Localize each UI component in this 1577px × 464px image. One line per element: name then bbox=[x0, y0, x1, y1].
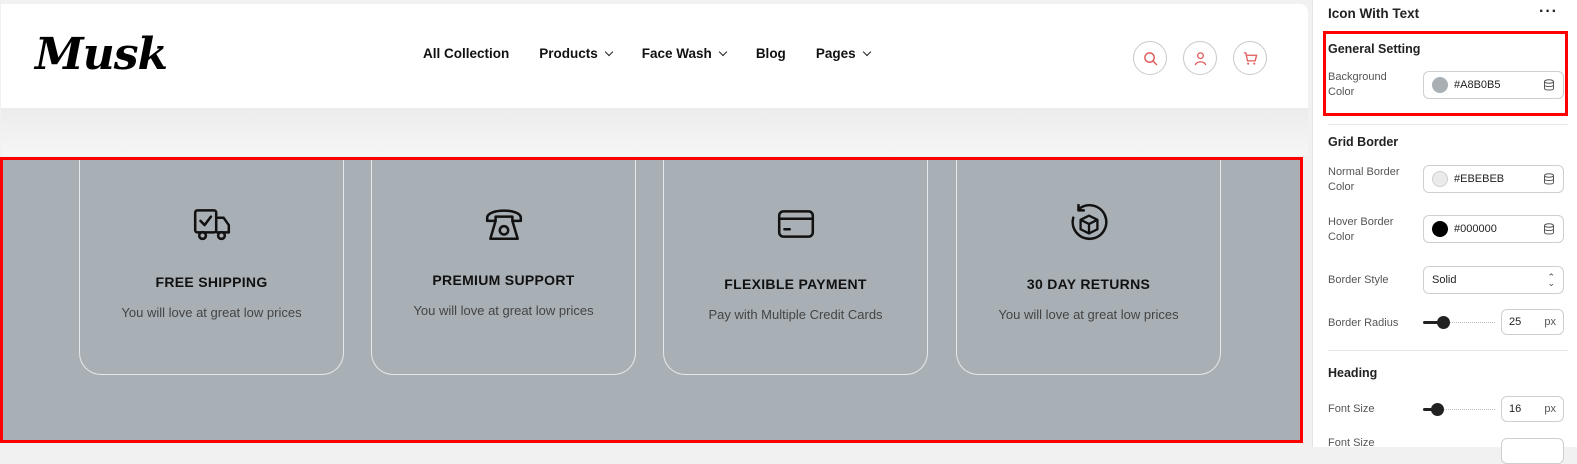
feature-subtitle: You will love at great low prices bbox=[998, 307, 1179, 322]
font-size-input[interactable]: 16 px bbox=[1501, 396, 1564, 422]
updown-arrows-icon: ⌃ ⌄ bbox=[1547, 272, 1555, 288]
nav-item-all-collection[interactable]: All Collection bbox=[423, 46, 509, 61]
hover-border-color-label: Hover Border Color bbox=[1328, 216, 1394, 243]
font-size-label: Font Size bbox=[1328, 403, 1375, 415]
color-value: #A8B0B5 bbox=[1454, 79, 1501, 91]
settings-panel: Icon With Text ··· General Setting Backg… bbox=[1312, 0, 1577, 464]
chevron-down-icon bbox=[718, 47, 728, 56]
unit-label: px bbox=[1544, 403, 1556, 415]
color-value: #000000 bbox=[1454, 223, 1497, 235]
telephone-icon bbox=[485, 209, 522, 240]
color-swatch bbox=[1432, 221, 1448, 237]
section-general-setting: General Setting bbox=[1328, 42, 1421, 56]
database-icon[interactable] bbox=[1543, 79, 1555, 91]
cart-button[interactable] bbox=[1233, 41, 1267, 75]
chevron-down-icon bbox=[604, 47, 614, 56]
database-icon[interactable] bbox=[1543, 173, 1555, 185]
panel-title: Icon With Text bbox=[1328, 6, 1420, 21]
chevron-down-icon bbox=[862, 47, 871, 56]
border-radius-input[interactable]: 25 px bbox=[1501, 309, 1564, 335]
hover-border-color-picker[interactable]: #000000 bbox=[1423, 215, 1564, 243]
cart-icon bbox=[1243, 51, 1257, 65]
nav-item-blog[interactable]: Blog bbox=[756, 46, 786, 61]
border-radius-slider[interactable] bbox=[1423, 316, 1495, 329]
feature-subtitle: You will love at great low prices bbox=[413, 303, 594, 318]
nav-item-face-wash[interactable]: Face Wash bbox=[641, 46, 728, 61]
color-swatch bbox=[1432, 171, 1448, 187]
feature-subtitle: Pay with Multiple Credit Cards bbox=[708, 307, 883, 322]
feature-title: 30 DAY RETURNS bbox=[1026, 276, 1151, 292]
section-heading: Heading bbox=[1328, 366, 1378, 380]
user-icon bbox=[1194, 51, 1206, 65]
nav-item-label: Face Wash bbox=[641, 46, 712, 61]
border-radius-label: Border Radius bbox=[1328, 317, 1399, 329]
editor-canvas: Musk All Collection Products Face Wash B… bbox=[0, 0, 1310, 447]
normal-border-color-picker[interactable]: #EBEBEB bbox=[1423, 165, 1564, 193]
header-actions bbox=[1133, 41, 1283, 75]
icon-with-text-section[interactable]: FREE SHIPPING You will love at great low… bbox=[0, 157, 1303, 443]
normal-border-color-label: Normal Border Color bbox=[1328, 166, 1400, 193]
feature-title: FLEXIBLE PAYMENT bbox=[724, 276, 867, 292]
more-options-icon[interactable]: ··· bbox=[1539, 3, 1558, 21]
feature-card-returns[interactable]: 30 DAY RETURNS You will love at great lo… bbox=[956, 157, 1221, 375]
main-nav: All Collection Products Face Wash Blog P… bbox=[423, 46, 900, 61]
site-logo[interactable]: Musk bbox=[35, 29, 168, 80]
border-style-label: Border Style bbox=[1328, 274, 1389, 286]
feature-title: PREMIUM SUPPORT bbox=[432, 272, 575, 288]
account-button[interactable] bbox=[1183, 41, 1217, 75]
nav-item-label: Pages bbox=[815, 46, 856, 61]
slider-knob[interactable] bbox=[1437, 316, 1451, 329]
background-color-picker[interactable]: #A8B0B5 bbox=[1423, 71, 1564, 99]
feature-card-payment[interactable]: FLEXIBLE PAYMENT Pay with Multiple Credi… bbox=[663, 157, 928, 375]
feature-card-shipping[interactable]: FREE SHIPPING You will love at great low… bbox=[79, 157, 344, 375]
unit-label: px bbox=[1544, 316, 1556, 328]
header-spacer bbox=[1, 108, 1308, 156]
search-icon bbox=[1143, 51, 1157, 65]
search-button[interactable] bbox=[1133, 41, 1167, 75]
nav-item-label: Blog bbox=[755, 46, 786, 61]
nav-item-label: Products bbox=[539, 46, 598, 61]
site-header: Musk All Collection Products Face Wash B… bbox=[1, 4, 1308, 108]
slider-knob[interactable] bbox=[1431, 403, 1445, 416]
color-value: #EBEBEB bbox=[1454, 173, 1505, 185]
divider bbox=[1328, 124, 1568, 125]
next-setting-label: Font Size bbox=[1328, 437, 1375, 449]
feature-subtitle: You will love at great low prices bbox=[121, 305, 302, 320]
divider bbox=[1328, 350, 1568, 351]
font-size-slider[interactable] bbox=[1423, 403, 1495, 416]
truck-icon bbox=[193, 209, 230, 241]
select-value: Solid bbox=[1432, 274, 1457, 286]
border-style-select[interactable]: Solid ⌃ ⌄ bbox=[1423, 266, 1564, 294]
feature-card-support[interactable]: PREMIUM SUPPORT You will love at great l… bbox=[371, 157, 636, 375]
slider-track bbox=[1437, 409, 1495, 410]
slider-track bbox=[1443, 322, 1495, 323]
feature-title: FREE SHIPPING bbox=[155, 274, 268, 290]
number-value: 16 bbox=[1509, 403, 1522, 415]
section-grid-border: Grid Border bbox=[1328, 135, 1399, 149]
nav-item-label: All Collection bbox=[423, 46, 510, 61]
credit-card-icon bbox=[777, 210, 814, 238]
background-color-label: Background Color bbox=[1328, 71, 1387, 98]
database-icon[interactable] bbox=[1543, 223, 1555, 235]
next-setting-input[interactable] bbox=[1501, 438, 1564, 464]
nav-item-pages[interactable]: Pages bbox=[815, 46, 871, 61]
nav-item-products[interactable]: Products bbox=[539, 46, 614, 61]
color-swatch bbox=[1432, 77, 1448, 93]
number-value: 25 bbox=[1509, 316, 1522, 328]
box-return-icon bbox=[1070, 203, 1108, 241]
